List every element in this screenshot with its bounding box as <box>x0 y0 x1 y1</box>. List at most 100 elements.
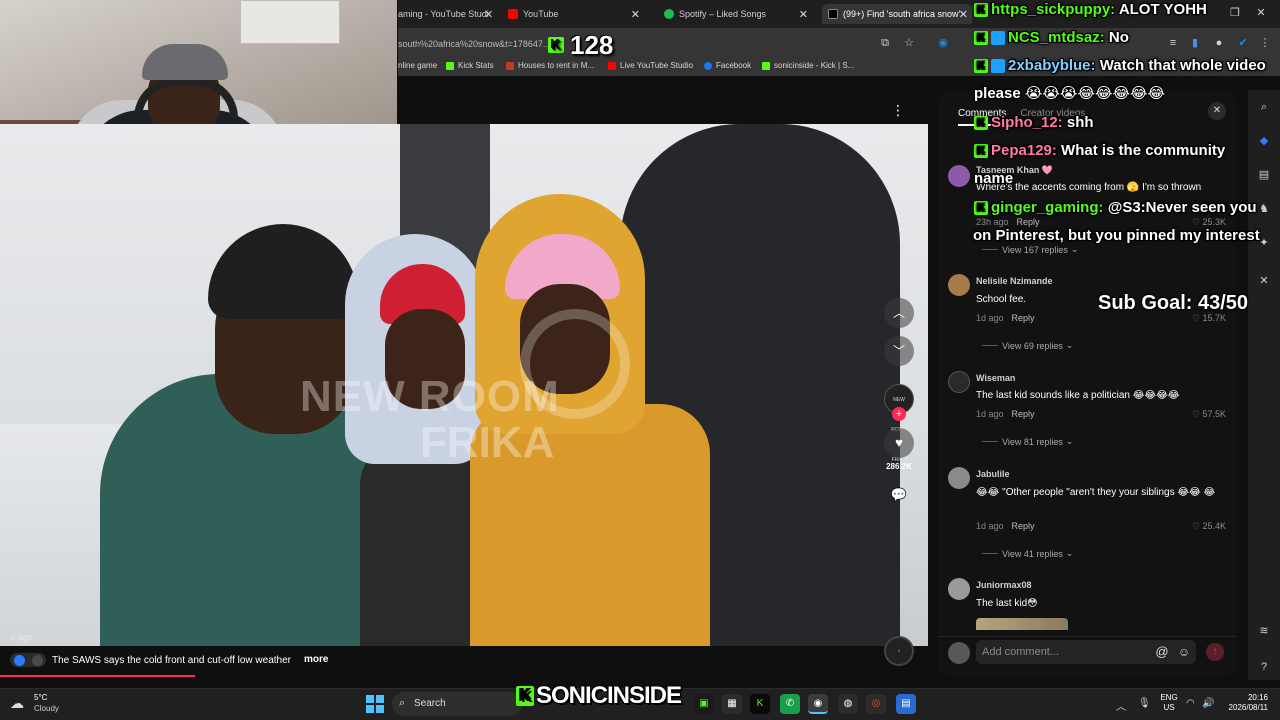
weather-temperature[interactable]: 5°C <box>34 693 47 702</box>
next-video-button[interactable]: ﹀ <box>884 336 914 366</box>
restore-window-icon[interactable]: ❐ <box>1228 6 1242 20</box>
kick-app-icon[interactable]: K <box>750 694 770 714</box>
app-icon[interactable]: ▣ <box>694 694 714 714</box>
webcam-whiteboard <box>240 0 340 44</box>
bookmark-kick-stats[interactable]: Kick Stats <box>446 61 494 70</box>
heart-icon[interactable]: ♥ <box>884 428 914 458</box>
comment-like-count[interactable]: ♡ 25.4K <box>1166 521 1226 532</box>
sidebar-toggle-icon[interactable]: ▮ <box>1188 36 1202 50</box>
close-icon[interactable]: ✕ <box>959 8 968 21</box>
music-disc-icon[interactable]: ♪ <box>884 636 914 666</box>
games-icon[interactable]: ♞ <box>1257 202 1271 216</box>
video-player[interactable]: NEW ROOM FRIKA <box>0 124 928 646</box>
obs-icon[interactable]: ◍ <box>838 694 858 714</box>
follow-plus-icon[interactable]: + <box>892 407 906 421</box>
comment-image-thumbnail[interactable] <box>976 618 1068 630</box>
mention-icon[interactable]: @ <box>1154 644 1170 660</box>
bookmark-label: sonicinside - Kick | S... <box>774 61 855 70</box>
taskbar-search[interactable]: Search <box>392 692 522 716</box>
view-replies-label: View 69 replies <box>1002 340 1063 351</box>
view-replies-button[interactable]: View 41 replies ⌄ <box>982 548 1073 559</box>
avatar[interactable] <box>948 274 970 296</box>
tools-icon[interactable]: ▤ <box>1257 168 1271 182</box>
bookmark-online-game[interactable]: nline game <box>398 61 437 70</box>
chrome-icon[interactable]: ◎ <box>866 694 886 714</box>
reply-button[interactable]: Reply <box>1012 521 1035 531</box>
search-icon[interactable]: ⌕ <box>1257 100 1271 114</box>
avatar[interactable] <box>948 165 970 187</box>
bookmark-sonicinside[interactable]: sonicinside - Kick | S... <box>762 61 854 70</box>
view-replies-button[interactable]: View 167 replies ⌄ <box>982 244 1078 255</box>
customize-icon[interactable]: ≋ <box>1257 624 1271 638</box>
copilot-icon[interactable]: ◆ <box>1257 134 1271 148</box>
extension-icon[interactable]: ◉ <box>936 36 950 50</box>
comment-author[interactable]: Wiseman <box>976 373 1015 383</box>
microphone-icon[interactable]: 🎙 <box>1138 698 1151 709</box>
facebook-icon <box>704 61 712 70</box>
close-window-icon[interactable]: ✕ <box>1254 6 1268 20</box>
avatar[interactable] <box>948 578 970 600</box>
url-field[interactable]: south%20africa%20snow&t=178647... <box>398 34 868 54</box>
video-progress-bar[interactable] <box>0 675 195 677</box>
comment-icon[interactable]: 💬 <box>884 480 914 510</box>
chat-text: shh <box>1066 114 1094 131</box>
cast-icon[interactable]: ≡ <box>1166 36 1180 50</box>
reply-button[interactable]: Reply <box>1017 217 1040 227</box>
store-icon[interactable]: ▦ <box>722 694 742 714</box>
shield-icon[interactable]: ✔ <box>1236 36 1250 50</box>
language-code: ENG <box>1160 693 1178 702</box>
view-replies-button[interactable]: View 69 replies ⌄ <box>982 340 1073 351</box>
bookmark-live-studio[interactable]: Live YouTube Studio <box>608 61 693 70</box>
language-indicator[interactable]: ENG US <box>1158 693 1180 713</box>
menu-icon[interactable]: ⋮ <box>1258 36 1272 50</box>
tab-spotify[interactable]: Spotify – Liked Songs ✕ <box>664 4 812 24</box>
chevron-up-icon[interactable]: ︿ <box>1116 698 1126 713</box>
tab-tiktok[interactable]: (99+) Find 'south africa snow' ✕ <box>822 4 972 24</box>
close-icon[interactable]: ✕ <box>1208 102 1226 120</box>
close-icon[interactable]: ✕ <box>799 8 808 21</box>
kick-logo-icon: K <box>548 37 564 53</box>
comment-author[interactable]: Nelisile Nzimande <box>976 276 1053 286</box>
sub-badge-icon <box>991 31 1005 46</box>
comment-meta: 23h ago Reply <box>976 217 1040 227</box>
caption-more-link[interactable]: more <box>304 654 328 665</box>
bookmark-facebook[interactable]: Facebook <box>704 61 751 70</box>
avatar[interactable] <box>948 371 970 393</box>
clock[interactable]: 20:16 2026/08/11 <box>1222 693 1268 713</box>
more-options-icon[interactable]: ⋮ <box>888 100 908 120</box>
notepad-icon[interactable]: ▤ <box>896 694 916 714</box>
emoji-icon[interactable]: ☺ <box>1176 644 1192 660</box>
volume-icon[interactable]: 🔊 <box>1202 698 1214 709</box>
tab-youtube[interactable]: YouTube ✕ <box>508 4 644 24</box>
video-caption: The SAWS says the cold front and cut-off… <box>10 652 291 668</box>
kick-badge-icon: K <box>974 201 988 216</box>
help-icon[interactable]: ? <box>1257 660 1271 674</box>
whatsapp-icon[interactable]: ✆ <box>780 694 800 714</box>
weather-condition[interactable]: Cloudy <box>34 704 59 713</box>
comment-text: The last kid😳 <box>976 598 1038 609</box>
close-icon[interactable]: ✕ <box>631 8 640 21</box>
bookmark-star-icon[interactable]: ☆ <box>902 36 916 50</box>
install-app-icon[interactable]: ⧉ <box>878 36 892 50</box>
comment-author[interactable]: Juniormax08 <box>976 580 1032 590</box>
avatar[interactable] <box>948 467 970 489</box>
windows-start-icon[interactable] <box>366 695 384 713</box>
previous-video-button[interactable]: ︿ <box>884 298 914 328</box>
close-icon[interactable]: ✕ <box>484 8 493 21</box>
viewer-count-value: 128 <box>570 29 614 60</box>
reply-button[interactable]: Reply <box>1012 409 1035 419</box>
cloud-icon[interactable]: ☁ <box>10 695 30 711</box>
clock-date: 2026/08/11 <box>1228 703 1268 712</box>
bookmark-houses[interactable]: Houses to rent in M... <box>506 61 594 70</box>
reply-button[interactable]: Reply <box>1012 313 1035 323</box>
browser-app-icon[interactable]: ◉ <box>808 694 828 714</box>
profile-icon[interactable]: ● <box>1212 36 1226 50</box>
view-replies-button[interactable]: View 81 replies ⌄ <box>982 436 1073 447</box>
comment-author[interactable]: Jabulile <box>976 469 1010 479</box>
comment-like-count[interactable]: ♡ 57.5K <box>1166 409 1226 420</box>
close-icon[interactable]: ✕ <box>1257 274 1271 288</box>
caption-toggle-icon[interactable] <box>10 653 46 667</box>
stream-logo: K SONICINSIDE <box>516 682 682 710</box>
send-icon[interactable]: ↑ <box>1206 643 1224 661</box>
wifi-icon[interactable]: ◠ <box>1186 698 1195 709</box>
